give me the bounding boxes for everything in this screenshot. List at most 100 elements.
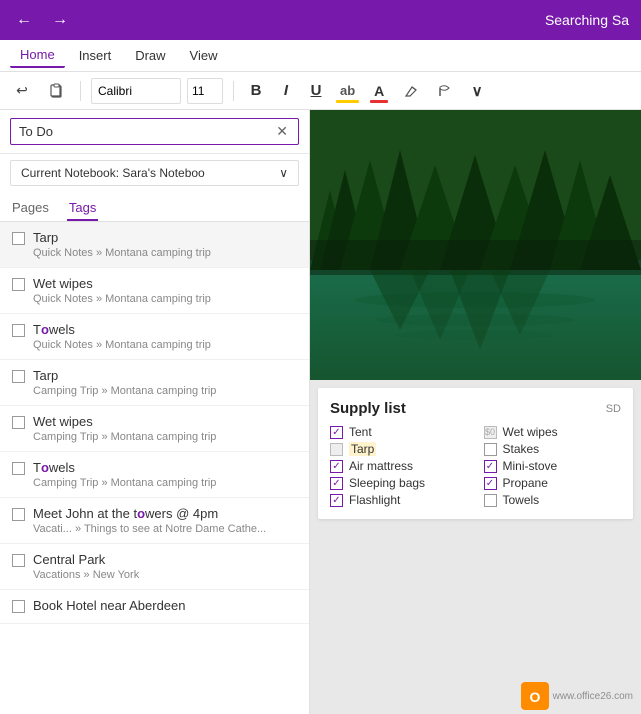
highlight-text: o bbox=[137, 506, 145, 521]
underline-button[interactable]: U bbox=[304, 77, 328, 105]
forward-button[interactable]: → bbox=[48, 11, 72, 29]
result-title: Meet John at the towers @ 4pm bbox=[33, 506, 218, 521]
supply-checkbox-stakes[interactable] bbox=[484, 443, 497, 456]
list-item[interactable]: Wet wipes Camping Trip » Montana camping… bbox=[0, 406, 309, 452]
highlight-text: o bbox=[41, 322, 49, 337]
supply-card-meta: SD bbox=[606, 403, 621, 415]
menu-draw[interactable]: Draw bbox=[125, 44, 175, 67]
font-size-selector[interactable] bbox=[187, 78, 223, 104]
result-row: Wet wipes bbox=[12, 276, 297, 291]
result-checkbox[interactable] bbox=[12, 370, 25, 383]
supply-card: Supply list SD Tent $0 Wet wipes Tarp bbox=[318, 388, 633, 519]
result-row: Central Park bbox=[12, 552, 297, 567]
search-input[interactable] bbox=[19, 124, 274, 139]
result-checkbox[interactable] bbox=[12, 600, 25, 613]
right-panel: Supply list SD Tent $0 Wet wipes Tarp bbox=[310, 110, 641, 714]
highlight-button[interactable]: ab bbox=[334, 77, 361, 105]
back-button[interactable]: ← bbox=[12, 11, 36, 29]
supply-item-flashlight: Flashlight bbox=[330, 493, 468, 507]
tab-tags[interactable]: Tags bbox=[67, 196, 98, 221]
result-path: Camping Trip » Montana camping trip bbox=[12, 477, 297, 489]
result-checkbox[interactable] bbox=[12, 554, 25, 567]
supply-label-tent: Tent bbox=[349, 425, 372, 439]
result-title: Book Hotel near Aberdeen bbox=[33, 598, 186, 613]
supply-label-air-mattress: Air mattress bbox=[349, 459, 413, 473]
result-checkbox[interactable] bbox=[12, 416, 25, 429]
main-content: ✕ Current Notebook: Sara's Noteboo ∨ Pag… bbox=[0, 110, 641, 714]
supply-label-mini-stove: Mini-stove bbox=[503, 459, 558, 473]
result-checkbox[interactable] bbox=[12, 232, 25, 245]
list-item[interactable]: Tarp Quick Notes » Montana camping trip bbox=[0, 222, 309, 268]
supply-checkbox-wet-wipes[interactable]: $0 bbox=[484, 426, 497, 439]
result-row: Tarp bbox=[12, 230, 297, 245]
eraser-button[interactable] bbox=[397, 77, 425, 105]
tab-pages[interactable]: Pages bbox=[10, 196, 51, 221]
list-item[interactable]: Wet wipes Quick Notes » Montana camping … bbox=[0, 268, 309, 314]
supply-checkbox-tarp[interactable] bbox=[330, 443, 343, 456]
list-item[interactable]: Tarp Camping Trip » Montana camping trip bbox=[0, 360, 309, 406]
font-selector[interactable] bbox=[91, 78, 181, 104]
supply-item-towels: Towels bbox=[484, 493, 622, 507]
result-row: Wet wipes bbox=[12, 414, 297, 429]
supply-item-stakes: Stakes bbox=[484, 442, 622, 456]
supply-checkbox-mini-stove[interactable] bbox=[484, 460, 497, 473]
supply-item-air-mattress: Air mattress bbox=[330, 459, 468, 473]
menu-view[interactable]: View bbox=[180, 44, 228, 67]
watermark-text: www.office26.com bbox=[553, 691, 633, 702]
result-title: Towels bbox=[33, 322, 75, 337]
list-item[interactable]: Central Park Vacations » New York bbox=[0, 544, 309, 590]
result-row: Towels bbox=[12, 460, 297, 475]
list-item[interactable]: Towels Quick Notes » Montana camping tri… bbox=[0, 314, 309, 360]
result-checkbox[interactable] bbox=[12, 278, 25, 291]
supply-card-title: Supply list bbox=[330, 400, 406, 417]
toolbar-divider-1 bbox=[80, 81, 81, 101]
search-clear-button[interactable]: ✕ bbox=[274, 123, 290, 140]
result-checkbox[interactable] bbox=[12, 462, 25, 475]
supply-item-mini-stove: Mini-stove bbox=[484, 459, 622, 473]
result-path: Quick Notes » Montana camping trip bbox=[12, 339, 297, 351]
supply-checkbox-propane[interactable] bbox=[484, 477, 497, 490]
menu-insert[interactable]: Insert bbox=[69, 44, 122, 67]
watermark: O www.office26.com bbox=[521, 682, 633, 710]
italic-button[interactable]: I bbox=[274, 77, 298, 105]
notebook-label: Current Notebook: Sara's Noteboo bbox=[21, 166, 205, 180]
supply-checkbox-air-mattress[interactable] bbox=[330, 460, 343, 473]
list-item[interactable]: Meet John at the towers @ 4pm Vacati... … bbox=[0, 498, 309, 544]
supply-label-wet-wipes: Wet wipes bbox=[503, 425, 558, 439]
search-container: ✕ bbox=[0, 110, 309, 154]
supply-checkbox-tent[interactable] bbox=[330, 426, 343, 439]
search-box: ✕ bbox=[10, 118, 299, 145]
more-button[interactable]: ∨ bbox=[465, 77, 489, 105]
menu-home[interactable]: Home bbox=[10, 43, 65, 68]
supply-checkbox-sleeping-bags[interactable] bbox=[330, 477, 343, 490]
clipboard-button[interactable] bbox=[42, 77, 70, 105]
supply-card-header: Supply list SD bbox=[330, 400, 621, 417]
supply-item-tarp: Tarp bbox=[330, 442, 468, 456]
supply-item-wet-wipes: $0 Wet wipes bbox=[484, 425, 622, 439]
office-icon: O bbox=[521, 682, 549, 710]
result-checkbox[interactable] bbox=[12, 324, 25, 337]
results-list: Tarp Quick Notes » Montana camping trip … bbox=[0, 222, 309, 714]
list-item[interactable]: Book Hotel near Aberdeen bbox=[0, 590, 309, 624]
font-color-button[interactable]: A bbox=[367, 77, 391, 105]
supply-checkbox-flashlight[interactable] bbox=[330, 494, 343, 507]
title-bar-left: ← → bbox=[12, 11, 72, 29]
notebook-selector[interactable]: Current Notebook: Sara's Noteboo ∨ bbox=[10, 160, 299, 186]
supply-checkbox-towels[interactable] bbox=[484, 494, 497, 507]
bold-button[interactable]: B bbox=[244, 77, 268, 105]
result-row: Book Hotel near Aberdeen bbox=[12, 598, 297, 613]
result-path: Quick Notes » Montana camping trip bbox=[12, 293, 297, 305]
nature-svg bbox=[310, 110, 641, 380]
list-item[interactable]: Towels Camping Trip » Montana camping tr… bbox=[0, 452, 309, 498]
result-row: Tarp bbox=[12, 368, 297, 383]
result-title: Tarp bbox=[33, 368, 58, 383]
result-checkbox[interactable] bbox=[12, 508, 25, 521]
format-paint-button[interactable] bbox=[431, 77, 459, 105]
undo-button[interactable]: ↩ bbox=[8, 77, 36, 105]
result-title: Wet wipes bbox=[33, 276, 93, 291]
nature-image bbox=[310, 110, 641, 380]
toolbar: ↩ B I U ab A ∨ bbox=[0, 72, 641, 110]
highlight-text: o bbox=[41, 460, 49, 475]
result-row: Meet John at the towers @ 4pm bbox=[12, 506, 297, 521]
result-row: Towels bbox=[12, 322, 297, 337]
